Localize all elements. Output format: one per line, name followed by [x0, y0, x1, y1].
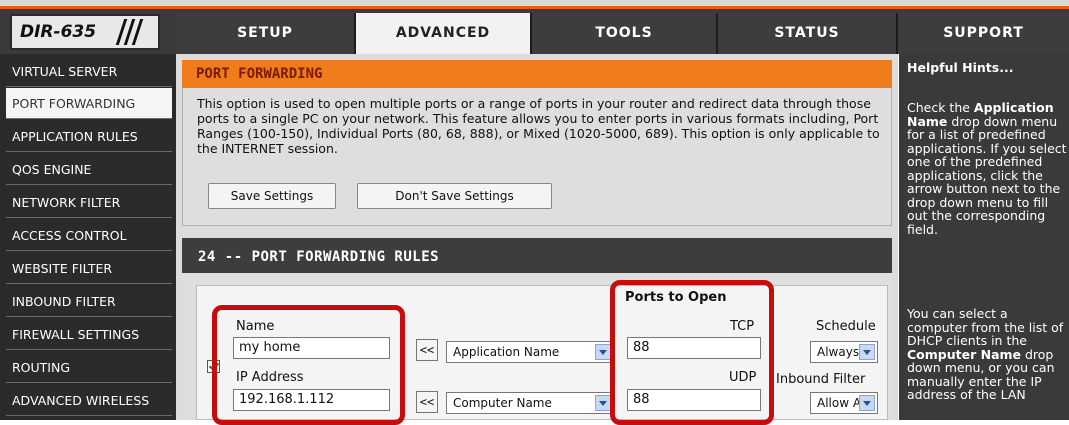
page-title: PORT FORWARDING — [196, 66, 323, 82]
inbound-filter-label: Inbound Filter — [776, 372, 866, 387]
sidebar-item-website-filter[interactable]: WEBSITE FILTER — [6, 253, 172, 284]
dont-save-settings-button[interactable]: Don't Save Settings — [357, 183, 552, 209]
tab-setup[interactable]: SETUP — [176, 13, 354, 54]
hint-text: You can select a computer from the list … — [907, 307, 1064, 348]
tab-tools[interactable]: TOOLS — [532, 13, 716, 54]
hint-text: drop down menu for a list of predefined … — [907, 113, 1067, 237]
sidebar-item-virtual-server[interactable]: VIRTUAL SERVER — [6, 56, 172, 87]
schedule-select[interactable]: Always — [810, 341, 878, 363]
rules-header: 24 -- PORT FORWARDING RULES — [182, 238, 892, 273]
rules-title: 24 -- PORT FORWARDING RULES — [198, 249, 440, 265]
save-settings-button[interactable]: Save Settings — [208, 183, 336, 209]
sidebar-item-application-rules[interactable]: APPLICATION RULES — [6, 121, 172, 152]
tab-advanced[interactable]: ADVANCED — [356, 13, 530, 54]
sidebar-item-routing[interactable]: ROUTING — [6, 352, 172, 383]
port-forwarding-header: PORT FORWARDING — [182, 60, 892, 88]
highlight-name-ip — [212, 305, 405, 425]
sidebar-item-qos-engine[interactable]: QOS ENGINE — [6, 154, 172, 185]
port-forwarding-description: This option is used to open multiple por… — [197, 96, 880, 156]
application-name-value: Application Name — [453, 345, 560, 359]
hints-paragraph-2: You can select a computer from the list … — [907, 307, 1069, 420]
sidebar-item-advanced-wireless[interactable]: ADVANCED WIRELESS — [6, 385, 172, 416]
sidebar-item-network-filter[interactable]: NETWORK FILTER — [6, 187, 172, 218]
tab-support[interactable]: SUPPORT — [898, 13, 1069, 54]
sidebar-item-inbound-filter[interactable]: INBOUND FILTER — [6, 286, 172, 317]
copy-computer-button[interactable]: << — [416, 391, 438, 413]
device-logo: DIR-635 — [10, 14, 160, 50]
chevron-down-icon — [859, 344, 875, 360]
copy-application-button[interactable]: << — [416, 339, 438, 361]
sidebar-item-firewall-settings[interactable]: FIREWALL SETTINGS — [6, 319, 172, 350]
computer-name-select[interactable]: Computer Name — [446, 392, 614, 414]
tab-status[interactable]: STATUS — [718, 13, 896, 54]
device-model: DIR-635 — [20, 22, 97, 42]
schedule-label: Schedule — [816, 319, 876, 334]
chevron-down-icon — [595, 344, 611, 360]
sidebar-item-access-control[interactable]: ACCESS CONTROL — [6, 220, 172, 251]
application-name-select[interactable]: Application Name — [446, 341, 614, 363]
inbound-filter-select[interactable]: Allow All — [810, 392, 878, 414]
computer-name-value: Computer Name — [453, 396, 552, 410]
chevron-down-icon — [595, 395, 611, 411]
hints-title: Helpful Hints... — [907, 60, 1014, 75]
highlight-ports — [610, 280, 774, 425]
chevron-down-icon — [859, 395, 875, 411]
schedule-value: Always — [817, 345, 860, 359]
sidebar-item-port-forwarding[interactable]: PORT FORWARDING — [6, 88, 172, 119]
hints-paragraph-1: Check the Application Name drop down men… — [907, 101, 1069, 271]
